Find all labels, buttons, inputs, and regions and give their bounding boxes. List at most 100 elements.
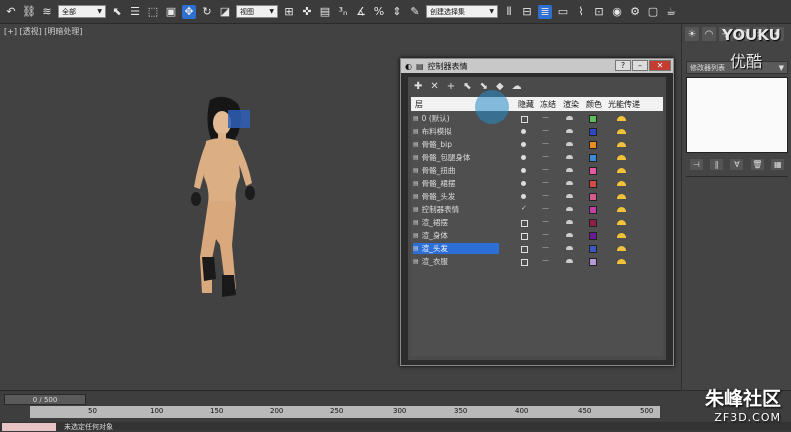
- color-swatch[interactable]: [589, 115, 597, 123]
- col-color[interactable]: 颜色: [586, 99, 602, 110]
- layer-name-cell[interactable]: ▤ 骨骼_扭曲: [413, 165, 499, 176]
- radiosity-icon[interactable]: [617, 142, 626, 147]
- hide-checkbox[interactable]: [521, 220, 528, 227]
- maxscript-listener[interactable]: [2, 423, 56, 431]
- new-layer-icon[interactable]: ✚: [414, 81, 422, 92]
- radiosity-icon[interactable]: [617, 259, 626, 264]
- modify-tab-icon[interactable]: ◠: [702, 27, 716, 41]
- layer-name-cell[interactable]: ▤ 布料模拟: [413, 126, 499, 137]
- freeze-toggle[interactable]: —: [542, 165, 549, 173]
- col-render[interactable]: 渲染: [563, 99, 579, 110]
- layer-manager-icon[interactable]: ≣: [538, 4, 552, 19]
- lightbulb-icon[interactable]: [521, 168, 526, 173]
- rect-selection-icon[interactable]: ⬚: [146, 5, 160, 19]
- select-by-name-icon[interactable]: ☰: [128, 5, 142, 19]
- render-teapot-icon[interactable]: [566, 194, 573, 198]
- selection-filter-dropdown[interactable]: 全部 ▼: [58, 5, 106, 18]
- close-button[interactable]: ✕: [649, 60, 671, 71]
- percent-snap-icon[interactable]: %: [372, 5, 386, 19]
- undo-icon[interactable]: ↶: [4, 5, 18, 19]
- configure-sets-icon[interactable]: ▦: [771, 159, 785, 170]
- layer-row[interactable]: ▤ 骨骼_bip —: [411, 139, 663, 150]
- pin-stack-icon[interactable]: ⊣: [689, 159, 703, 170]
- hide-checkbox[interactable]: [521, 259, 528, 266]
- freeze-toggle[interactable]: —: [542, 191, 549, 199]
- mirror-icon[interactable]: ⫴: [502, 5, 516, 19]
- color-swatch[interactable]: [589, 154, 597, 162]
- freeze-toggle[interactable]: —: [542, 126, 549, 134]
- col-freeze[interactable]: 冻结: [540, 99, 556, 110]
- color-swatch[interactable]: [589, 258, 597, 266]
- remove-modifier-icon[interactable]: 🗑: [750, 159, 764, 170]
- modifier-stack[interactable]: [686, 77, 788, 153]
- layer-name-cell[interactable]: ▤ 渲_身体: [413, 230, 499, 241]
- col-hide[interactable]: 隐藏: [518, 99, 534, 110]
- radiosity-icon[interactable]: [617, 194, 626, 199]
- snap-icon[interactable]: ³ₙ: [336, 5, 350, 19]
- render-teapot-icon[interactable]: [566, 168, 573, 172]
- move-icon[interactable]: ✥: [182, 4, 196, 19]
- layer-row[interactable]: ▤ 骨骼_包腿身体 —: [411, 152, 663, 163]
- radiosity-icon[interactable]: [617, 207, 626, 212]
- link-icon[interactable]: ⛓: [22, 5, 36, 19]
- dialog-titlebar[interactable]: ◐ ▤ 控制器表情 ? – ✕: [401, 59, 673, 73]
- radiosity-icon[interactable]: [617, 181, 626, 186]
- rotate-icon[interactable]: ↻: [200, 5, 214, 19]
- radiosity-icon[interactable]: [617, 246, 626, 251]
- lightbulb-icon[interactable]: [521, 194, 526, 199]
- freeze-toggle[interactable]: —: [542, 178, 549, 186]
- keyboard-shortcut-icon[interactable]: ▤: [318, 5, 332, 19]
- color-swatch[interactable]: [589, 206, 597, 214]
- render-teapot-icon[interactable]: [566, 142, 573, 146]
- add-to-layer-icon[interactable]: +: [447, 81, 455, 92]
- align-icon[interactable]: ⊟: [520, 5, 534, 19]
- bind-space-warp-icon[interactable]: ≋: [40, 5, 54, 19]
- hide-checkbox[interactable]: [521, 246, 528, 253]
- radiosity-icon[interactable]: [617, 155, 626, 160]
- select-highlighted-icon[interactable]: ⬉: [463, 81, 471, 92]
- render-teapot-icon[interactable]: [566, 129, 573, 133]
- layer-name-cell[interactable]: ▤ 渲_头发: [413, 243, 499, 254]
- schematic-view-icon[interactable]: ⊡: [592, 5, 606, 19]
- col-layer[interactable]: 层: [415, 99, 423, 110]
- edit-named-sets-icon[interactable]: ✎: [408, 5, 422, 19]
- character-model[interactable]: [180, 95, 275, 310]
- radiosity-icon[interactable]: [617, 129, 626, 134]
- layer-row[interactable]: ▤ 渲_衣服 —: [411, 256, 663, 267]
- track-bar[interactable]: 50 100 150 200 250 300 350 400 450 500: [30, 406, 660, 418]
- scale-icon[interactable]: ◪: [218, 5, 232, 19]
- color-swatch[interactable]: [589, 193, 597, 201]
- render-teapot-icon[interactable]: [566, 116, 573, 120]
- freeze-toggle[interactable]: —: [542, 139, 549, 147]
- color-swatch[interactable]: [589, 141, 597, 149]
- window-crossing-icon[interactable]: ▣: [164, 5, 178, 19]
- layer-name-cell[interactable]: ▤ 骨骼_包腿身体: [413, 152, 499, 163]
- hide-checkbox[interactable]: [521, 233, 528, 240]
- viewport-label[interactable]: [+] [透视] [明暗处理]: [4, 26, 83, 37]
- lightbulb-icon[interactable]: [521, 181, 526, 186]
- show-end-result-icon[interactable]: ∥: [710, 159, 724, 170]
- col-radiosity[interactable]: 光能传递: [608, 99, 640, 110]
- color-swatch[interactable]: [589, 167, 597, 175]
- freeze-toggle[interactable]: —: [542, 113, 549, 121]
- render-teapot-icon[interactable]: [566, 181, 573, 185]
- layer-row[interactable]: ▤ 0 (默认) —: [411, 113, 663, 124]
- lightbulb-icon[interactable]: [521, 142, 526, 147]
- freeze-toggle[interactable]: —: [542, 243, 549, 251]
- layer-name-cell[interactable]: ▤ 控制器表情: [413, 204, 499, 215]
- angle-snap-icon[interactable]: ∡: [354, 5, 368, 19]
- render-teapot-icon[interactable]: ☕: [664, 5, 678, 19]
- layer-row[interactable]: ▤ 骨骼_扭曲 —: [411, 165, 663, 176]
- minimize-button[interactable]: –: [632, 60, 648, 71]
- lightbulb-icon[interactable]: [521, 129, 526, 134]
- color-swatch[interactable]: [589, 245, 597, 253]
- delete-layer-icon[interactable]: ✕: [430, 81, 438, 92]
- layer-row[interactable]: ▤ 控制器表情 ✓ —: [411, 204, 663, 215]
- render-teapot-icon[interactable]: [566, 259, 573, 263]
- layer-name-cell[interactable]: ▤ 渲_裙摆: [413, 217, 499, 228]
- layer-row[interactable]: ▤ 布料模拟 —: [411, 126, 663, 137]
- rendered-frame-icon[interactable]: ▢: [646, 5, 660, 19]
- layer-row[interactable]: ▤ 骨骼_头发 —: [411, 191, 663, 202]
- material-editor-icon[interactable]: ◉: [610, 5, 624, 19]
- spinner-snap-icon[interactable]: ⇕: [390, 5, 404, 19]
